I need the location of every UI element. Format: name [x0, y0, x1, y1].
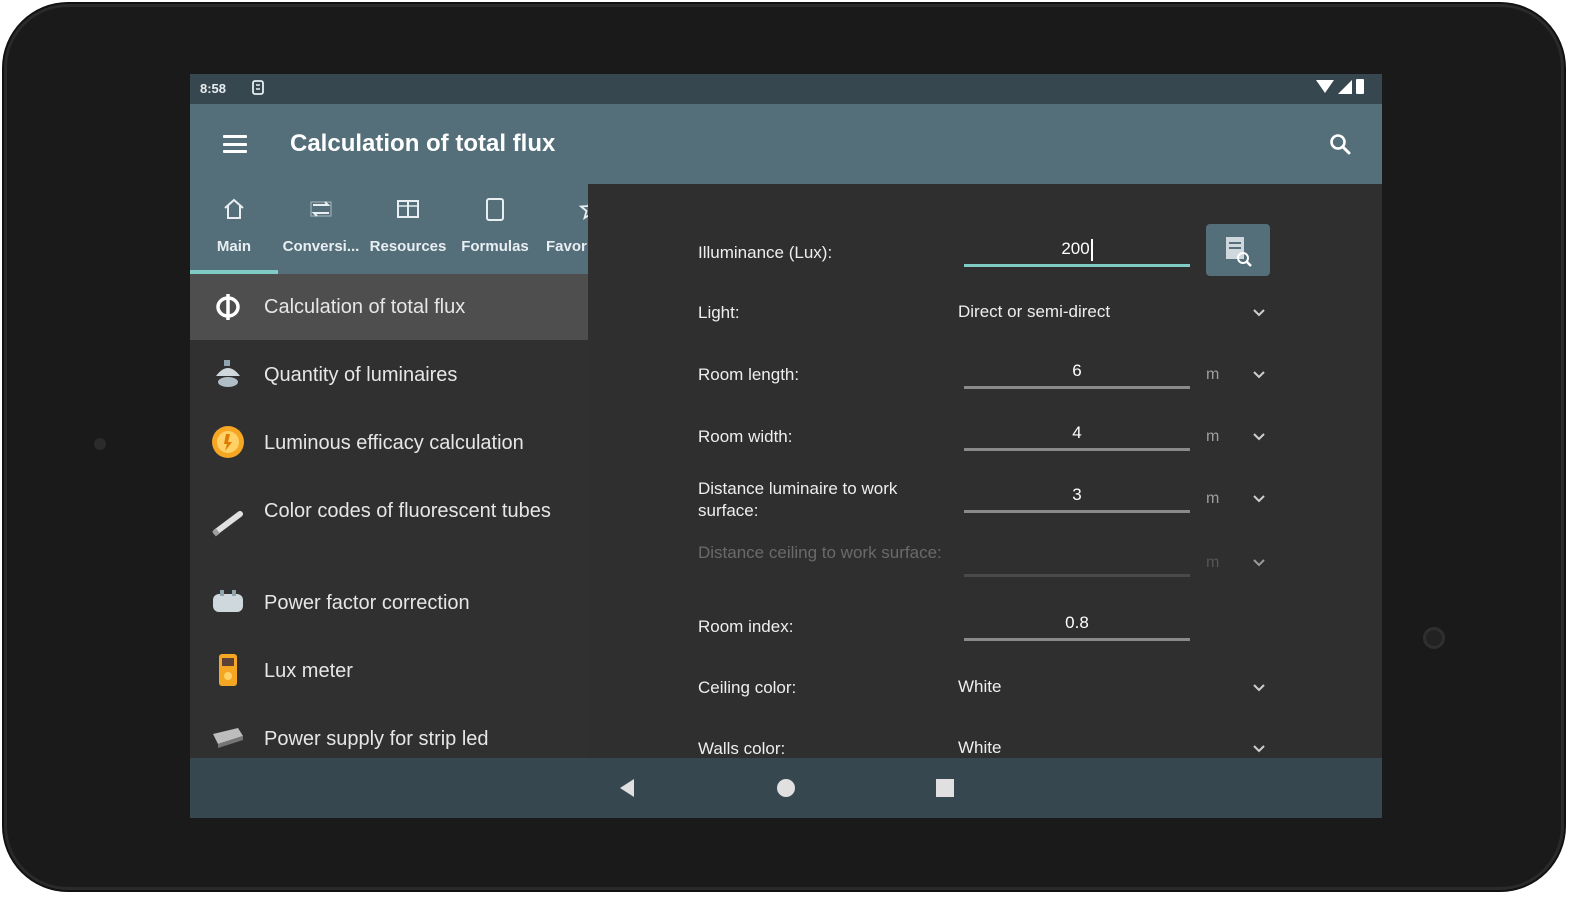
row-light[interactable]: Light: Direct or semi-direct [588, 294, 1382, 334]
home-circle-icon[interactable] [775, 776, 797, 800]
sidebar: Main Conversi... Resources Formulas Favo… [190, 184, 588, 758]
room-index-label: Room index: [698, 617, 794, 636]
room-length-label: Room length: [698, 365, 800, 384]
tab-conversions[interactable]: Conversi... [278, 184, 364, 274]
chevron-down-icon[interactable] [1252, 306, 1266, 320]
tab-label: Favor [546, 238, 587, 255]
distance-luminaire-input[interactable]: 3 [964, 480, 1190, 513]
illuminance-input[interactable]: 200 [964, 234, 1190, 267]
nav-item-lux-meter[interactable]: Lux meter [190, 636, 588, 704]
chevron-down-icon[interactable] [1252, 742, 1266, 756]
ceiling-color-label: Ceiling color: [698, 678, 797, 697]
calculation-form: Illuminance (Lux): 200 Light: Direct or … [588, 184, 1382, 758]
nav-item-label: Color codes of fluorescent tubes [264, 500, 551, 522]
row-room-length: Room length: 6 m [588, 352, 1382, 402]
tab-main[interactable]: Main [190, 184, 278, 274]
hamburger-menu-icon[interactable] [223, 135, 247, 153]
nav-item-label: Lux meter [264, 660, 353, 682]
tab-label: Resources [369, 238, 447, 255]
storage-icon [252, 80, 264, 98]
unit-select[interactable]: m [1206, 490, 1219, 508]
room-width-label: Room width: [698, 427, 793, 446]
room-width-input[interactable]: 4 [964, 418, 1190, 451]
luxmeter-icon [210, 652, 246, 688]
unit-select[interactable]: m [1206, 366, 1219, 384]
tab-label: Formulas [461, 238, 529, 255]
sensor-dot [94, 438, 106, 450]
front-camera [1423, 627, 1445, 649]
row-ceiling-color[interactable]: Ceiling color: White [588, 668, 1382, 708]
illuminance-label: Illuminance (Lux): [698, 243, 833, 262]
capacitor-icon [210, 584, 246, 620]
nav-item-label: Quantity of luminaires [264, 364, 458, 386]
status-bar: 8:58 [190, 74, 1382, 104]
tab-resources[interactable]: Resources [364, 184, 452, 274]
chevron-down-icon[interactable] [1252, 681, 1266, 695]
row-room-index: Room index: 0.8 [588, 604, 1382, 654]
nav-item-power-factor[interactable]: Power factor correction [190, 568, 588, 636]
room-index-value: 0.8 [964, 608, 1190, 641]
star-icon [578, 196, 588, 222]
home-icon [221, 196, 247, 222]
unit-select[interactable]: m [1206, 428, 1219, 446]
walls-color-select[interactable]: White [958, 738, 1001, 758]
nav-item-quantity-luminaires[interactable]: Quantity of luminaires [190, 340, 588, 408]
light-label: Light: [698, 303, 740, 322]
conversion-icon [308, 196, 334, 222]
phi-icon [210, 289, 246, 325]
tablet-icon [482, 196, 508, 222]
battery-icon [1356, 79, 1364, 94]
chevron-down-icon[interactable] [1252, 368, 1266, 382]
distance-ceiling-input [964, 544, 1190, 577]
efficacy-icon [210, 424, 246, 460]
screen: 8:58 Calculation of total flux Main Conv… [190, 74, 1382, 818]
room-length-input[interactable]: 6 [964, 356, 1190, 389]
nav-item-color-codes[interactable]: Color codes of fluorescent tubes [190, 476, 588, 568]
nav-item-label: Power factor correction [264, 592, 470, 614]
tab-label: Main [216, 238, 252, 255]
nav-item-luminous-efficacy[interactable]: Luminous efficacy calculation [190, 408, 588, 476]
row-distance-luminaire: Distance luminaire to work surface: 3 m [588, 474, 1382, 530]
distance-ceiling-label: Distance ceiling to work surface: [698, 543, 942, 562]
nav-item-total-flux[interactable]: Calculation of total flux [190, 274, 588, 340]
chevron-down-icon [1253, 559, 1265, 567]
light-select[interactable]: Direct or semi-direct [958, 302, 1110, 322]
row-room-width: Room width: 4 m [588, 414, 1382, 464]
tab-formulas[interactable]: Formulas [452, 184, 538, 274]
walls-color-label: Walls color: [698, 739, 786, 758]
text-caret [1090, 238, 1093, 261]
back-icon[interactable] [616, 776, 638, 800]
nav-item-label: Luminous efficacy calculation [264, 432, 524, 454]
tab-bar: Main Conversi... Resources Formulas Favo… [190, 184, 588, 274]
nav-item-label: Calculation of total flux [264, 296, 466, 318]
unit-select: m [1206, 554, 1220, 571]
wifi-icon [1316, 80, 1334, 93]
nav-list: Calculation of total flux Quantity of lu… [190, 274, 588, 772]
ceiling-color-select[interactable]: White [958, 677, 1001, 697]
recents-icon[interactable] [934, 776, 956, 800]
app-bar: Calculation of total flux [190, 104, 1382, 184]
book-icon [395, 196, 421, 222]
tab-favorites[interactable]: Favor [538, 184, 588, 274]
tab-label: Conversi... [282, 238, 360, 255]
distance-luminaire-label: Distance luminaire to work surface: [698, 479, 898, 520]
status-time: 8:58 [200, 81, 227, 96]
page-title: Calculation of total flux [290, 130, 556, 157]
system-icons [1316, 79, 1364, 94]
luminaire-icon [210, 356, 246, 392]
power-supply-icon [210, 720, 246, 756]
row-distance-ceiling: Distance ceiling to work surface: m [588, 538, 1382, 594]
illuminance-lookup-button[interactable] [1206, 224, 1270, 276]
search-icon[interactable] [1328, 132, 1352, 156]
nav-item-label: Power supply for strip led [264, 728, 489, 750]
system-nav-bar [190, 758, 1382, 818]
chevron-down-icon[interactable] [1252, 492, 1266, 506]
tube-icon [210, 504, 246, 540]
chevron-down-icon[interactable] [1252, 430, 1266, 444]
table-search-icon [1226, 237, 1252, 267]
signal-icon [1338, 79, 1352, 94]
illuminance-value: 200 [1061, 239, 1090, 258]
row-walls-color[interactable]: Walls color: White [588, 730, 1382, 758]
